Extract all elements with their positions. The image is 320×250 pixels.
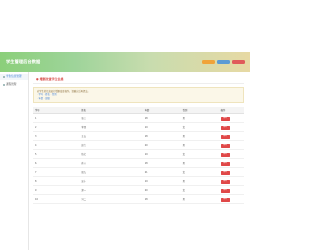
- main-panel: ●增删改查学生信息 对学生的信息进行增删改查操作，请确认后再提交。 · 学号 ·…: [33, 76, 244, 248]
- delete-button[interactable]: 删除: [220, 152, 230, 157]
- cell-gender: 男: [180, 158, 219, 169]
- cell-age: 19: [142, 176, 181, 187]
- cell-name: 周九: [79, 167, 143, 178]
- cell-name: 冯二: [79, 194, 143, 205]
- cell-action: 删除: [218, 131, 244, 142]
- sidebar-item-students[interactable]: 学生信息管理: [0, 74, 28, 80]
- cell-action: 删除: [218, 149, 244, 160]
- table-row: 5 钱七 19 女删除: [33, 149, 244, 160]
- bullet-icon: ●: [36, 77, 39, 81]
- dot-icon: [3, 84, 5, 86]
- delete-button[interactable]: 删除: [220, 161, 230, 166]
- cell-gender: 女: [180, 185, 219, 196]
- delete-button[interactable]: 删除: [220, 170, 230, 175]
- cell-age: 20: [142, 140, 181, 151]
- header-actions: [202, 60, 245, 64]
- sidebar-item-label: 学生信息管理: [6, 75, 22, 78]
- table-row: 8 吴十 19 男删除: [33, 176, 244, 187]
- table-body: 1 张三 18 男删除 2 李四 19 女删除 3 王五 18 男删除 4 赵六 20 男删除 5 钱七 19 女删除…: [33, 113, 244, 205]
- cell-age: 21: [142, 167, 181, 178]
- cell-name: 张三: [79, 113, 143, 124]
- table-row: 6 孙八 18 男删除: [33, 158, 244, 169]
- delete-button[interactable]: 删除: [220, 125, 230, 130]
- sidebar-item-courses[interactable]: 课程管理: [0, 82, 28, 88]
- notice-box: 对学生的信息进行增删改查操作，请确认后再提交。 · 学号 · 姓名 · 性别 ·…: [33, 87, 244, 104]
- cell-age: 19: [142, 122, 181, 133]
- cell-age: 18: [142, 113, 181, 124]
- header-button-1[interactable]: [202, 60, 215, 64]
- table-row: 2 李四 19 女删除: [33, 122, 244, 133]
- cell-gender: 男: [180, 140, 219, 151]
- sidebar: 学生信息管理 课程管理: [0, 72, 29, 250]
- app-title: 学生管理后台数据: [6, 59, 41, 64]
- cell-name: 李四: [79, 122, 143, 133]
- cell-age: 18: [142, 194, 181, 205]
- student-table: 学号 姓名 年龄 性别 操作 1 张三 18 男删除 2 李四 19 女删除 3 王五 18 男删除 4…: [33, 107, 244, 205]
- delete-button[interactable]: 删除: [220, 134, 230, 139]
- cell-gender: 男: [180, 176, 219, 187]
- cell-age: 20: [142, 185, 181, 196]
- cell-name: 王五: [79, 131, 143, 142]
- delete-button[interactable]: 删除: [220, 197, 230, 202]
- cell-id: 1: [33, 113, 80, 124]
- table-row: 10 冯二 18 男删除: [33, 194, 244, 205]
- cell-name: 郑一: [79, 185, 143, 196]
- panel-title: ●增删改查学生信息: [33, 76, 244, 84]
- table-row: 3 王五 18 男删除: [33, 131, 244, 142]
- cell-action: 删除: [218, 185, 244, 196]
- cell-id: 5: [33, 149, 80, 160]
- cell-action: 删除: [218, 113, 244, 124]
- cell-id: 3: [33, 131, 80, 142]
- header-button-3[interactable]: [232, 60, 245, 64]
- delete-button[interactable]: 删除: [220, 143, 230, 148]
- cell-id: 4: [33, 140, 80, 151]
- cell-name: 赵六: [79, 140, 143, 151]
- cell-id: 2: [33, 122, 80, 133]
- table-row: 9 郑一 20 女删除: [33, 185, 244, 196]
- sidebar-item-label: 课程管理: [6, 83, 17, 86]
- cell-age: 19: [142, 149, 181, 160]
- cell-gender: 男: [180, 131, 219, 142]
- cell-name: 孙八: [79, 158, 143, 169]
- cell-action: 删除: [218, 122, 244, 133]
- table-row: 7 周九 21 女删除: [33, 167, 244, 178]
- app-header: 学生管理后台数据: [0, 52, 250, 72]
- panel-title-text: 增删改查学生信息: [39, 77, 64, 81]
- cell-name: 钱七: [79, 149, 143, 160]
- cell-action: 删除: [218, 194, 244, 205]
- header-button-2[interactable]: [217, 60, 230, 64]
- delete-button[interactable]: 删除: [220, 179, 230, 184]
- notice-link-2[interactable]: · 年龄 · 班级: [37, 97, 240, 100]
- table-row: 1 张三 18 男删除: [33, 113, 244, 124]
- cell-name: 吴十: [79, 176, 143, 187]
- dot-icon: [3, 76, 5, 78]
- cell-action: 删除: [218, 167, 244, 178]
- cell-gender: 女: [180, 167, 219, 178]
- cell-age: 18: [142, 158, 181, 169]
- cell-gender: 女: [180, 149, 219, 160]
- cell-id: 9: [33, 185, 80, 196]
- cell-action: 删除: [218, 176, 244, 187]
- cell-id: 6: [33, 158, 80, 169]
- cell-id: 10: [33, 194, 80, 205]
- cell-id: 7: [33, 167, 80, 178]
- delete-button[interactable]: 删除: [220, 116, 230, 121]
- cell-action: 删除: [218, 140, 244, 151]
- cell-gender: 男: [180, 194, 219, 205]
- cell-gender: 女: [180, 122, 219, 133]
- delete-button[interactable]: 删除: [220, 188, 230, 193]
- cell-gender: 男: [180, 113, 219, 124]
- cell-action: 删除: [218, 158, 244, 169]
- cell-id: 8: [33, 176, 80, 187]
- cell-age: 18: [142, 131, 181, 142]
- table-row: 4 赵六 20 男删除: [33, 140, 244, 151]
